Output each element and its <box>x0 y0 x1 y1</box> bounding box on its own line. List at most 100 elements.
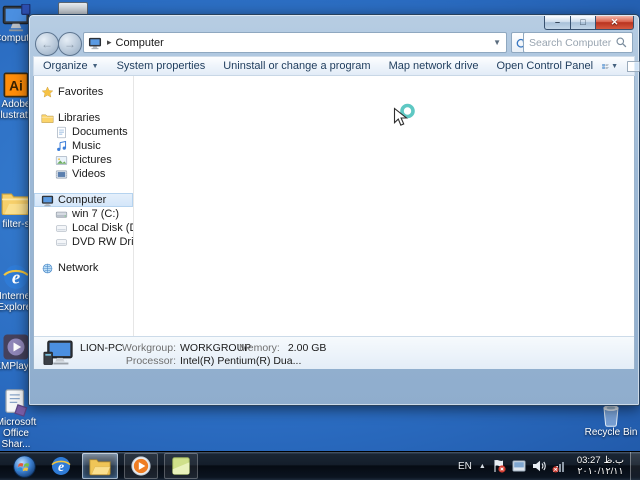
sidebar-item-pictures[interactable]: Pictures <box>34 153 133 167</box>
sidebar-item-label: DVD RW Drive (E:) Ad <box>72 236 134 248</box>
clock-time: 03:27 <box>576 455 601 466</box>
navigation-pane: Favorites Libraries Documents Music Pictures… <box>34 76 134 369</box>
sidebar-item-favorites[interactable]: Favorites <box>34 85 133 99</box>
forward-button[interactable]: → <box>58 32 82 56</box>
taskbar-media-player-button[interactable] <box>124 453 158 479</box>
sidebar-item-label: Music <box>72 140 101 152</box>
network-icon[interactable] <box>551 458 567 474</box>
toolbar-system-properties-button[interactable]: System properties <box>108 57 215 75</box>
sidebar-item-dvd-rw-drive-e-ad[interactable]: DVD RW Drive (E:) Ad <box>34 235 133 249</box>
sidebar-item-label: Pictures <box>72 154 112 166</box>
toolbar-uninstall-or-change-a-program-button[interactable]: Uninstall or change a program <box>214 57 379 75</box>
computer-name: LION-PC <box>80 342 123 354</box>
clock[interactable]: 03:27 ب.ظ ٢٠١٠/١٢/١١ <box>569 455 630 477</box>
sidebar-item-label: Libraries <box>58 112 101 124</box>
sidebar-item-network[interactable]: Network <box>34 261 133 275</box>
caption-buttons: – □ ✕ <box>544 16 634 30</box>
details-pane: LION-PC Workgroup: WORKGROUP Processor: … <box>34 336 634 369</box>
explorer-window: – □ ✕ ← → ▸ Computer ▼ Organize▼ System p… <box>28 14 640 406</box>
taskbar-internet-explorer-button[interactable]: e <box>46 453 76 479</box>
language-indicator[interactable]: EN <box>454 461 476 472</box>
workgroup-label: Workgroup: <box>121 342 176 354</box>
sidebar-item-videos[interactable]: Videos <box>34 167 133 181</box>
maximize-button[interactable]: □ <box>570 16 596 30</box>
busy-cursor <box>390 103 416 131</box>
navigation-bar: ← → ▸ Computer ▼ <box>33 30 635 56</box>
address-bar[interactable]: ▸ Computer ▼ <box>83 32 507 53</box>
disk-icon <box>55 222 68 235</box>
close-button[interactable]: ✕ <box>596 16 634 30</box>
internet-explorer-icon: e <box>50 455 72 477</box>
sidebar-item-label: win 7 (C:) <box>72 208 120 220</box>
toolbar-organize-button[interactable]: Organize ▼ <box>34 57 108 75</box>
search-icon <box>615 36 628 49</box>
sidebar-item-label: Local Disk (D:) <box>72 222 133 234</box>
show-hidden-icons-button[interactable]: ▲ <box>476 463 489 470</box>
breadcrumb-arrow: ▸ <box>107 37 112 47</box>
breadcrumb[interactable]: Computer <box>116 37 164 49</box>
kmplayer-icon <box>1 332 31 360</box>
system-tray: EN ▲ 03:27 ب.ظ ٢٠١٠/١٢/١١ <box>454 452 640 480</box>
minimize-button[interactable]: – <box>544 16 570 30</box>
music-icon <box>55 140 68 153</box>
media-player-icon <box>130 455 152 477</box>
sidebar-item-label: Network <box>58 262 99 274</box>
views-dropdown-icon: ▼ <box>611 62 619 70</box>
video-icon <box>55 168 68 181</box>
computer-details-icon <box>43 340 75 366</box>
adobe-illustrator-icon: Ai <box>1 70 31 98</box>
sidebar-item-win-7-c[interactable]: win 7 (C:) <box>34 207 133 221</box>
toolbar-open-control-panel-button[interactable]: Open Control Panel <box>487 57 602 75</box>
taskbar-windows-explorer-button[interactable] <box>82 453 118 479</box>
filter-s-folder-icon <box>1 190 31 218</box>
disk-icon <box>55 236 68 249</box>
back-button[interactable]: ← <box>35 32 59 56</box>
windows-update-icon[interactable] <box>511 458 527 474</box>
sidebar-item-music[interactable]: Music <box>34 139 133 153</box>
search-input[interactable] <box>524 36 615 49</box>
desktop-icon-label: Microsoft Office Shar... <box>0 417 37 450</box>
change-view-button[interactable]: ▼ <box>602 59 618 74</box>
action-center-icon[interactable] <box>491 458 507 474</box>
svg-text:Ai: Ai <box>9 79 23 94</box>
sidebar-item-local-disk-d[interactable]: Local Disk (D:) <box>34 221 133 235</box>
command-toolbar: Organize ▼ System properties Uninstall or c… <box>33 56 640 76</box>
library-icon <box>41 112 54 125</box>
volume-icon[interactable] <box>531 458 547 474</box>
processor-value: Intel(R) Pentium(R) Dua... <box>180 355 302 367</box>
sidebar-item-computer[interactable]: Computer <box>34 193 133 207</box>
sidebar-item-label: Documents <box>72 126 128 138</box>
taskbar: e EN ▲ 03:27 ب.ظ ٢٠١٠/١٢/١١ <box>0 451 640 480</box>
content-area[interactable] <box>135 76 634 337</box>
sidebar-item-documents[interactable]: Documents <box>34 125 133 139</box>
toolbar-right-icons: ▼ ? <box>602 59 640 74</box>
picture-icon <box>55 154 68 167</box>
taskbar-start-button[interactable] <box>8 453 40 479</box>
internet-explorer-icon: e <box>1 262 31 290</box>
computer-icon <box>41 194 54 207</box>
start-icon <box>12 454 37 479</box>
sidebar-item-label: Favorites <box>58 86 104 98</box>
windows-explorer-icon <box>89 455 111 477</box>
doc-icon <box>55 126 68 139</box>
sidebar-item-label: Videos <box>72 168 106 180</box>
toolbar-map-network-drive-button[interactable]: Map network drive <box>380 57 488 75</box>
toolbar-item-label: System properties <box>116 60 206 72</box>
taskbar-notes-app-button[interactable] <box>164 453 198 479</box>
notes-app-icon <box>170 455 192 477</box>
memory-row: Memory: 2.00 GB <box>239 342 326 354</box>
show-desktop-button[interactable] <box>630 452 640 480</box>
sidebar-item-libraries[interactable]: Libraries <box>34 111 133 125</box>
hdd-icon <box>55 208 68 221</box>
recycle-bin-label: Recycle Bin <box>584 427 638 438</box>
computer-icon <box>88 36 102 50</box>
processor-label: Processor: <box>125 355 176 367</box>
toolbar-item-label: Open Control Panel <box>496 60 594 72</box>
computer-icon <box>1 3 31 32</box>
processor-row: Processor: Intel(R) Pentium(R) Dua... <box>118 355 302 368</box>
preview-pane-button[interactable] <box>626 59 640 74</box>
memory-label: Memory: <box>239 342 280 354</box>
dropdown-arrow-icon: ▼ <box>91 62 99 70</box>
memory-value: 2.00 GB <box>287 342 327 354</box>
address-dropdown-icon[interactable]: ▼ <box>493 38 501 47</box>
